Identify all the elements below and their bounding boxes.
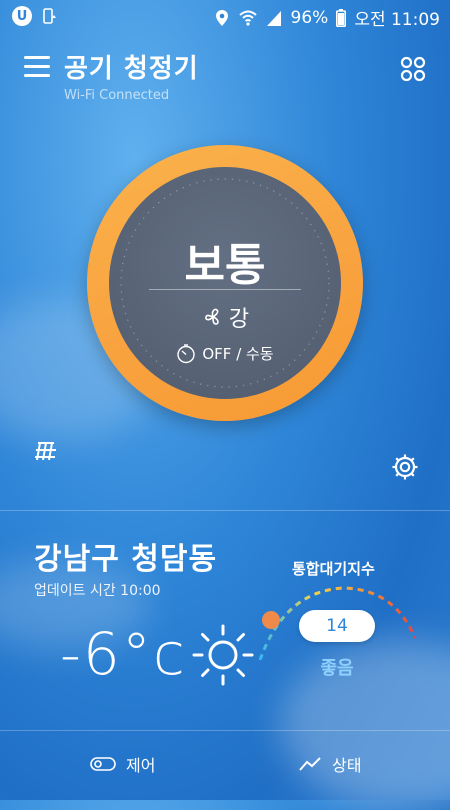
fan-speed: 강: [109, 301, 341, 333]
connection-status: Wi-Fi Connected: [64, 88, 170, 103]
nav-control-label: 제어: [126, 756, 156, 775]
app-badge: U: [12, 6, 32, 26]
nav-status-tab[interactable]: 상태: [298, 752, 361, 776]
air-quality-marker: [262, 611, 280, 629]
dial-center[interactable]: 보통 강 OFF / 수동: [109, 167, 341, 399]
timer-label: OFF / 수동: [202, 345, 274, 363]
location-name: 강남구 청담동: [34, 542, 218, 577]
sun-icon: [192, 624, 254, 686]
section-divider: [0, 510, 450, 511]
signal-icon: [266, 10, 281, 26]
air-quality-title: 통합대기지수: [292, 560, 375, 578]
air-quality-index: 14: [299, 610, 375, 642]
fan-icon: [204, 308, 219, 325]
status-bar: U 96% 오전 11:09: [0, 0, 450, 32]
toggle-icon: [90, 757, 116, 771]
clock: 오전 11:09: [354, 10, 440, 30]
bottom-nav: 제어 상태: [0, 730, 450, 800]
temperature: -6°c: [60, 620, 187, 688]
nav-status-label: 상태: [332, 756, 362, 775]
trend-icon: [299, 757, 321, 771]
nav-control-tab[interactable]: 제어: [90, 752, 155, 776]
air-quality-status: 좋음: [320, 658, 354, 679]
dial-divider: [149, 289, 301, 290]
settings-gear-icon[interactable]: [390, 452, 420, 482]
location-icon: [215, 9, 228, 26]
air-mode-label: 보통: [184, 240, 266, 291]
phone-icon: [43, 8, 56, 24]
filter-icon[interactable]: [32, 438, 60, 466]
menu-button[interactable]: [24, 56, 50, 78]
page-title: 공기 청정기: [64, 54, 199, 84]
power-dial[interactable]: 보통 강 OFF / 수동: [87, 145, 363, 421]
timer-icon: [177, 343, 196, 363]
timer-status: OFF / 수동: [109, 343, 341, 364]
update-time: 업데이트 시간 10:00: [34, 583, 161, 599]
device-grid-button[interactable]: [400, 56, 426, 82]
battery-percent: 96%: [290, 7, 329, 28]
wifi-icon: [238, 10, 257, 26]
fan-speed-label: 강: [228, 307, 250, 332]
battery-icon: [336, 8, 347, 27]
